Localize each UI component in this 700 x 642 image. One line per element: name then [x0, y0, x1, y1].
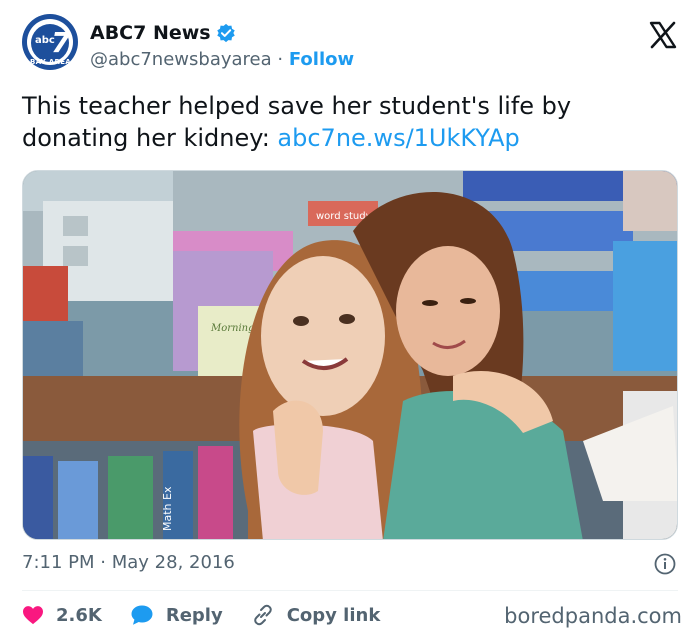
name-row: ABC7 News	[90, 22, 236, 44]
info-icon[interactable]	[654, 553, 676, 575]
tweet-time: 7:11 PM	[22, 552, 95, 573]
account-handle[interactable]: @abc7newsbayarea	[90, 49, 272, 70]
tweet-text: This teacher helped save her student's l…	[22, 90, 682, 154]
follow-button[interactable]: Follow	[289, 49, 354, 70]
heart-icon	[23, 606, 43, 625]
tweet-header: abc 7 BAY AREA ABC7 News @abc7newsbayare…	[22, 14, 682, 78]
x-logo-icon[interactable]	[648, 20, 678, 50]
copy-link-label: Copy link	[286, 604, 381, 626]
watermark: boredpanda.com	[504, 604, 682, 628]
verified-badge-icon	[216, 23, 235, 43]
reply-button[interactable]: Reply	[130, 604, 223, 626]
avatar-seven-text: 7	[51, 26, 71, 59]
tweet-timestamp[interactable]: 7:11 PM · May 28, 2016	[22, 552, 235, 573]
tweet-link[interactable]: abc7ne.ws/1UkKYAp	[277, 124, 519, 152]
action-bar: 2.6K Reply Copy link	[22, 600, 408, 630]
account-name[interactable]: ABC7 News	[90, 22, 211, 44]
reply-bubble-icon	[131, 605, 153, 625]
handle-row: @abc7newsbayarea · Follow	[90, 49, 354, 70]
link-icon	[253, 604, 272, 626]
actions-divider	[22, 590, 678, 591]
tweet-date: May 28, 2016	[111, 552, 235, 573]
reply-label: Reply	[165, 604, 223, 626]
like-button[interactable]: 2.6K	[22, 605, 102, 626]
classroom-photo-image: word study Morning Work Math Ex	[23, 171, 677, 539]
handle-separator: ·	[277, 49, 284, 70]
timestamp-separator: ·	[100, 552, 106, 573]
book-spine-1: Math Ex	[161, 486, 174, 531]
like-count: 2.6K	[56, 604, 102, 626]
avatar-logo: abc 7	[31, 24, 71, 62]
tweet-photo[interactable]: word study Morning Work Math Ex	[22, 170, 678, 540]
copy-link-button[interactable]: Copy link	[251, 603, 381, 627]
avatar-tag: BAY AREA	[30, 58, 71, 66]
avatar[interactable]: abc 7 BAY AREA	[22, 14, 78, 70]
